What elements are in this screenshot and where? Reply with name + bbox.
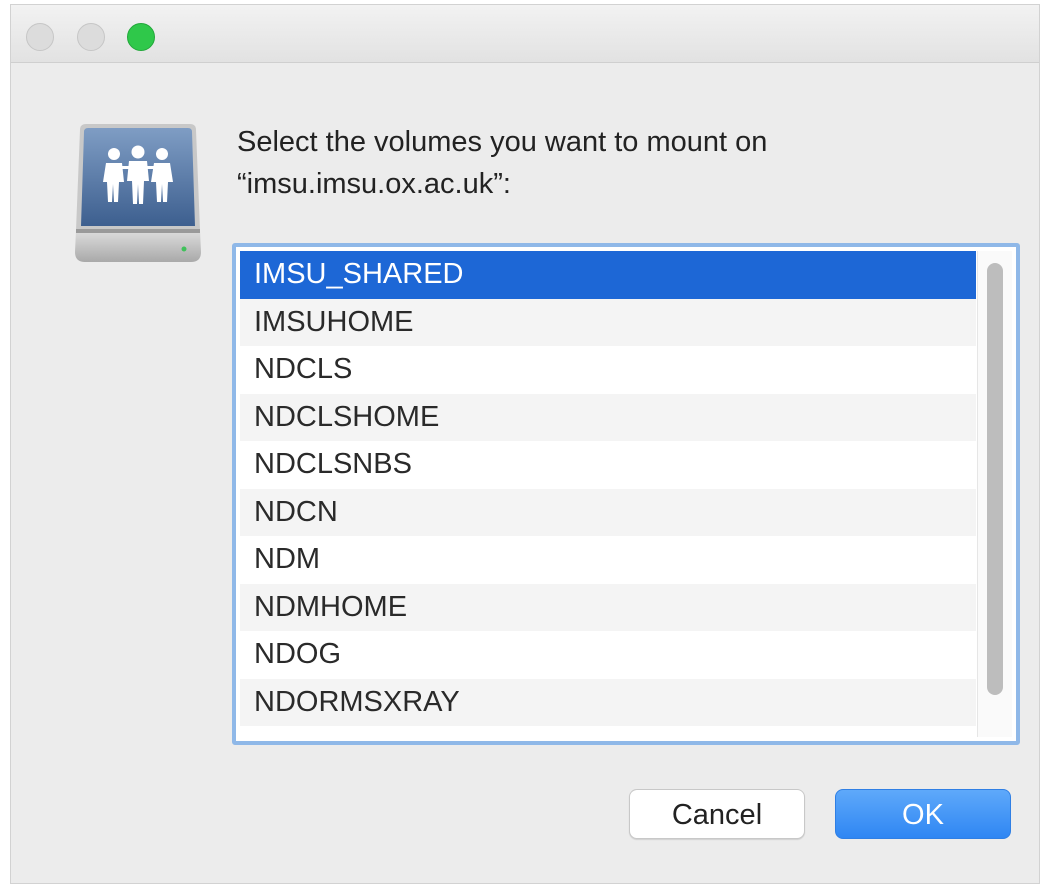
prompt-line-1: Select the volumes you want to mount on (237, 126, 768, 158)
ok-button[interactable]: OK (835, 789, 1011, 839)
volume-item-ndormsxray[interactable]: NDORMSXRAY (240, 678, 976, 726)
volume-item-ndcn[interactable]: NDCN (240, 488, 976, 536)
volume-item-ndog[interactable]: NDOG (240, 631, 976, 679)
zoom-window-button[interactable] (127, 23, 155, 51)
volume-item-ndcls[interactable]: NDCLS (240, 346, 976, 394)
minimize-window-button[interactable] (77, 23, 105, 51)
title-bar (11, 5, 1039, 63)
prompt-line-2: “imsu.imsu.ox.ac.uk”: (237, 168, 511, 200)
network-drive-icon (70, 118, 206, 270)
volume-item-ndm[interactable]: NDM (240, 536, 976, 584)
mount-volumes-dialog: Select the volumes you want to mount on … (10, 4, 1040, 884)
volume-item-ndclshome[interactable]: NDCLSHOME (240, 393, 976, 441)
volume-item-ndmhome[interactable]: NDMHOME (240, 583, 976, 631)
dialog-prompt: Select the volumes you want to mount on … (237, 121, 997, 205)
volume-list-scrollbar[interactable] (977, 251, 1012, 737)
volume-list[interactable]: IMSU_SHARED IMSUHOME NDCLS NDCLSHOME NDC… (232, 243, 1020, 745)
cancel-button[interactable]: Cancel (629, 789, 805, 839)
volume-list-rows: IMSU_SHARED IMSUHOME NDCLS NDCLSHOME NDC… (240, 251, 976, 726)
close-window-button[interactable] (26, 23, 54, 51)
volume-item-imsuhome[interactable]: IMSUHOME (240, 298, 976, 346)
scrollbar-thumb[interactable] (987, 263, 1003, 695)
volume-item-imsu-shared[interactable]: IMSU_SHARED (240, 251, 976, 299)
volume-item-ndclsnbs[interactable]: NDCLSNBS (240, 441, 976, 489)
